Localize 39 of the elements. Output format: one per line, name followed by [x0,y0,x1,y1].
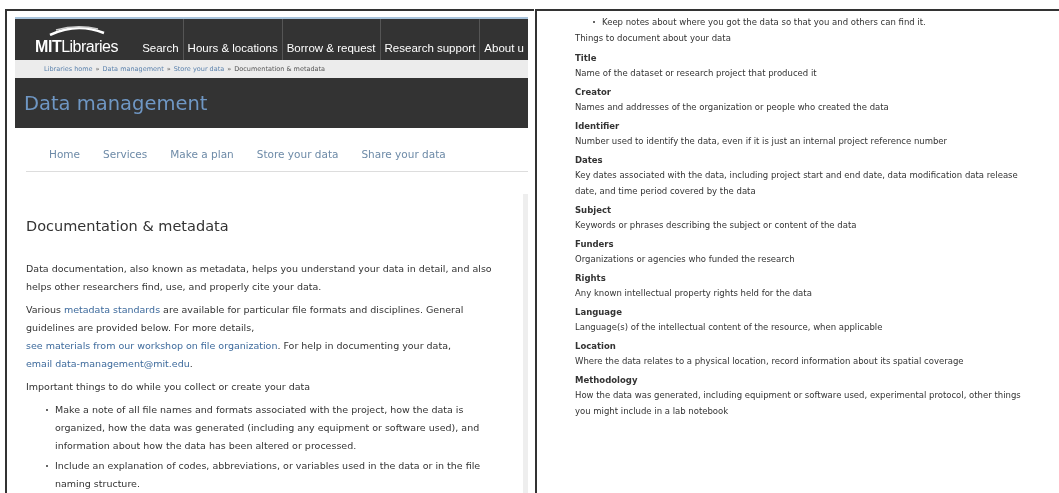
field-description: How the data was generated, including equipment or software used, experimental protocol, other things you might include in a lab notebook [575,389,1022,418]
section-tab[interactable]: Share your data [361,148,446,160]
field-description: Number used to identify the data, even if it is just an internal project reference number [575,135,949,148]
field-description: Language(s) of the intellectual content of the resource, when applicable [575,321,884,334]
field-term: Methodology [575,374,639,387]
field-term: Language [575,306,623,319]
field-term: Dates [575,154,604,167]
bullet-text: Keep notes about where you got the data so that you and others can find it. [602,16,926,29]
field-description: Any known intellectual property rights held for the data [575,287,813,300]
field-term: Rights [575,272,607,285]
text-link[interactable]: email data-management@mit.edu [26,358,190,369]
logo-text: MITLibraries [35,38,118,56]
section-tab[interactable]: Home [49,148,80,160]
field-description: Key dates associated with the data, including project start and end date, data modification data release date, and time period covered by the data [575,169,1019,198]
field-term: Identifier [575,120,621,133]
banner-title: Data management [24,91,208,115]
arc-logo-icon [47,25,106,36]
paragraph: Data documentation, also known as metadata, helps you understand your data in detail, and also helps other researchers find, use, and properly cite your data. [26,262,493,294]
nav-link[interactable]: Search [138,19,183,60]
field-description: Name of the dataset or research project that produced it [575,67,818,80]
section-tab[interactable]: Services [103,148,148,160]
field-term: Subject [575,204,613,217]
field-term: Funders [575,238,615,251]
section-tab[interactable]: Make a plan [170,148,234,160]
field-term: Location [575,340,617,353]
field-description: Where the data relates to a physical location, record information about its spatial coverage [575,355,965,368]
page-heading: Documentation & metadata [26,218,230,234]
text-link[interactable]: metadata standards [63,304,161,315]
paragraph: Various metadata standards are available for particular file formats and disciplines. General guidelines are provided below. For more details, see materials from our workshop on file organization. For help in documenting your data, email data-management@mit.edu. [26,303,465,371]
field-term: Title [575,52,598,65]
field-description: Organizations or agencies who funded the research [575,253,796,266]
field-description: Names and addresses of the organization or people who created the data [575,101,890,114]
field-term: Creator [575,86,613,99]
section-tab[interactable]: Store your data [256,148,339,160]
bullet-text: Include an explanation of codes, abbreviations, or variables used in the data or in the file naming structure. [55,459,482,491]
paragraph: Things to document about your data [575,33,732,43]
bullet-text: Make a note of all file names and formats associated with the project, how the data is organized, how the data was generated (including any equipment or software used), and information about how the data has been altered or processed. [55,403,481,453]
field-description: Keywords or phrases describing the subject or content of the data [575,219,858,232]
paragraph: Important things to do while you collect or create your data [26,380,312,394]
